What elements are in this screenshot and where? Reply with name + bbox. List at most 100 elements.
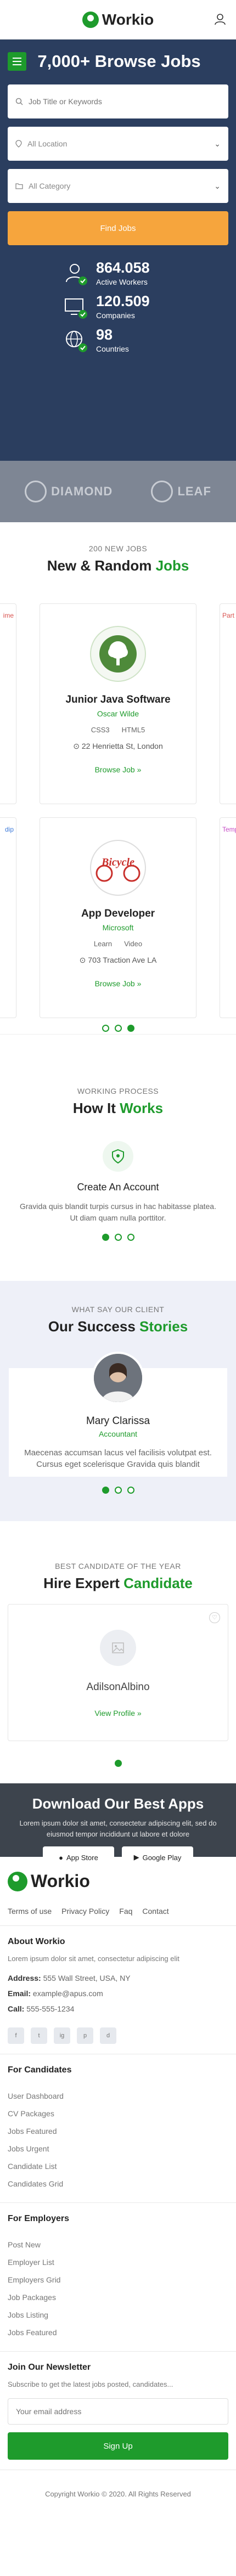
jobs-pagination	[0, 1025, 236, 1032]
globe-icon	[66, 330, 87, 352]
pagination-dot[interactable]	[102, 1025, 109, 1032]
footer-link[interactable]: Post New	[8, 2236, 228, 2253]
job-company[interactable]: Microsoft	[40, 923, 196, 932]
sign-up-button[interactable]: Sign Up	[8, 2432, 228, 2460]
search-field[interactable]	[8, 84, 228, 118]
menu-button[interactable]	[8, 52, 26, 71]
newsletter-email-input[interactable]	[8, 2398, 228, 2425]
apps-desc: Lorem ipsum dolor sit amet, consectetur …	[19, 1819, 217, 1838]
pinterest-icon[interactable]: p	[77, 2027, 93, 2044]
footer-links: Terms of use Privacy Policy Faq Contact	[8, 1907, 228, 1916]
jobs-title: New & Random Jobs	[47, 557, 189, 574]
view-profile-link[interactable]: View Profile »	[94, 1709, 141, 1718]
site-footer: Workio Terms of use Privacy Policy Faq C…	[0, 1857, 236, 2498]
company-logo: Bicycle	[90, 840, 146, 896]
pagination-dot[interactable]	[127, 1025, 134, 1032]
about-text: Lorem ipsum dolor sit amet, consectetur …	[8, 1954, 179, 1963]
footer-link[interactable]: Jobs Listing	[8, 2306, 228, 2324]
footer-link[interactable]: Job Packages	[8, 2289, 228, 2306]
hero-search: 7,000+ Browse Jobs All Location ⌄ All Ca…	[0, 39, 236, 461]
job-skills: Learn Video	[93, 940, 143, 948]
user-icon[interactable]	[214, 13, 226, 25]
pagination-dot[interactable]	[127, 1487, 134, 1494]
pagination-dot[interactable]	[102, 1234, 109, 1241]
footer-link[interactable]: Terms of use	[8, 1907, 52, 1916]
footer-logo[interactable]: Workio	[8, 1871, 228, 1891]
candidate-name: AdilsonAlbino	[86, 1681, 150, 1693]
candidate-card[interactable]: ♡ AdilsonAlbino View Profile »	[8, 1604, 228, 1741]
how-it-works-section: WORKING PROCESS How It Works Create An A…	[0, 1034, 236, 1281]
app-store-button[interactable]: ● App Store	[43, 1846, 114, 1868]
dribbble-icon[interactable]: d	[100, 2027, 116, 2044]
logo[interactable]: Workio	[82, 11, 154, 29]
pagination-dot[interactable]	[127, 1234, 134, 1241]
find-jobs-button[interactable]: Find Jobs	[8, 211, 228, 245]
instagram-icon[interactable]: ig	[54, 2027, 70, 2044]
candidates-links: User Dashboard CV Packages Jobs Featured…	[8, 2087, 228, 2193]
hire-title: Hire Expert Candidate	[43, 1575, 193, 1591]
job-card-peek[interactable]: dip	[0, 817, 16, 1018]
twitter-icon[interactable]: t	[31, 2027, 47, 2044]
stat-workers: 864.058 Active Workers	[63, 261, 178, 286]
footer-link[interactable]: Contact	[142, 1907, 168, 1916]
footer-link[interactable]: Candidate List	[8, 2157, 228, 2175]
pagination-dot[interactable]	[114, 1487, 122, 1494]
pagination-dot[interactable]	[114, 1025, 122, 1032]
job-title: Junior Java Software	[65, 694, 171, 705]
search-input[interactable]	[29, 97, 221, 106]
footer-link[interactable]: Privacy Policy	[61, 1907, 109, 1916]
how-step-desc: Gravida quis blandit turpis cursus in ha…	[20, 1202, 216, 1222]
testimonial-card: Mary Clarissa Accountant Maecenas accums…	[9, 1352, 227, 1477]
stat-countries: 98 Countries	[63, 327, 178, 353]
stats-list: 864.058 Active Workers 120.509 Companies 9…	[8, 261, 228, 353]
stat-companies: 120.509 Companies	[63, 294, 178, 320]
job-card-peek[interactable]: Tempo	[220, 817, 236, 1018]
google-play-button[interactable]: ▶ Google Play	[122, 1846, 193, 1868]
success-kicker: WHAT SAY OUR CLIENT	[71, 1305, 165, 1314]
facebook-icon[interactable]: f	[8, 2027, 24, 2044]
footer-link[interactable]: Employers Grid	[8, 2271, 228, 2289]
job-company[interactable]: Oscar Wilde	[40, 709, 196, 718]
candidates-title: For Candidates	[8, 2065, 72, 2075]
footer-link[interactable]: Faq	[119, 1907, 132, 1916]
how-title: How It Works	[72, 1100, 164, 1116]
browse-job-link[interactable]: Browse Job »	[95, 979, 142, 988]
testimonial-pagination	[0, 1487, 236, 1494]
browse-job-link[interactable]: Browse Job »	[95, 765, 142, 774]
pagination-dot[interactable]	[114, 1760, 122, 1767]
monitor-icon	[65, 298, 87, 319]
pagination-dot[interactable]	[114, 1234, 122, 1241]
footer-link[interactable]: Candidates Grid	[8, 2175, 228, 2193]
job-card-peek[interactable]: Part T	[220, 603, 236, 804]
company-logo	[90, 626, 146, 682]
footer-link[interactable]: CV Packages	[8, 2105, 228, 2122]
location-select[interactable]: All Location ⌄	[8, 127, 228, 161]
hire-candidate-section: BEST CANDIDATE OF THE YEAR Hire Expert C…	[0, 1521, 236, 1783]
heart-icon[interactable]: ♡	[209, 1612, 220, 1623]
stat-value: 864.058	[96, 259, 150, 276]
contact-info: Address: 555 Wall Street, USA, NY Email:…	[8, 1974, 131, 2013]
logo-text: Workio	[102, 10, 154, 28]
footer-link[interactable]: User Dashboard	[8, 2087, 228, 2105]
brand-leaf: LEAF	[151, 481, 211, 502]
footer-link[interactable]: Employer List	[8, 2253, 228, 2271]
job-title: App Developer	[81, 908, 155, 919]
chevron-down-icon: ⌄	[214, 139, 221, 148]
apps-title: Download Our Best Apps	[32, 1795, 204, 1812]
folder-icon	[15, 183, 23, 189]
logo-mark-icon	[82, 11, 99, 28]
tree-icon	[99, 635, 137, 673]
job-location: ⊙ 22 Henrietta St, London	[73, 742, 163, 750]
download-apps-banner: Download Our Best Apps Lorem ipsum dolor…	[0, 1783, 236, 1868]
chevron-down-icon: ⌄	[214, 181, 221, 190]
job-card[interactable]: Junior Java Software Oscar Wilde CSS3 HTM…	[40, 603, 196, 804]
testimonial-name: Mary Clarissa	[86, 1415, 150, 1427]
job-card-peek[interactable]: ime	[0, 603, 16, 804]
testimonial-role: Accountant	[98, 1430, 138, 1438]
footer-link[interactable]: Jobs Urgent	[8, 2140, 228, 2157]
footer-link[interactable]: Jobs Featured	[8, 2122, 228, 2140]
category-select[interactable]: All Category ⌄	[8, 169, 228, 203]
footer-link[interactable]: Jobs Featured	[8, 2324, 228, 2341]
job-card[interactable]: Bicycle App Developer Microsoft Learn Vid…	[40, 817, 196, 1018]
pagination-dot[interactable]	[102, 1487, 109, 1494]
